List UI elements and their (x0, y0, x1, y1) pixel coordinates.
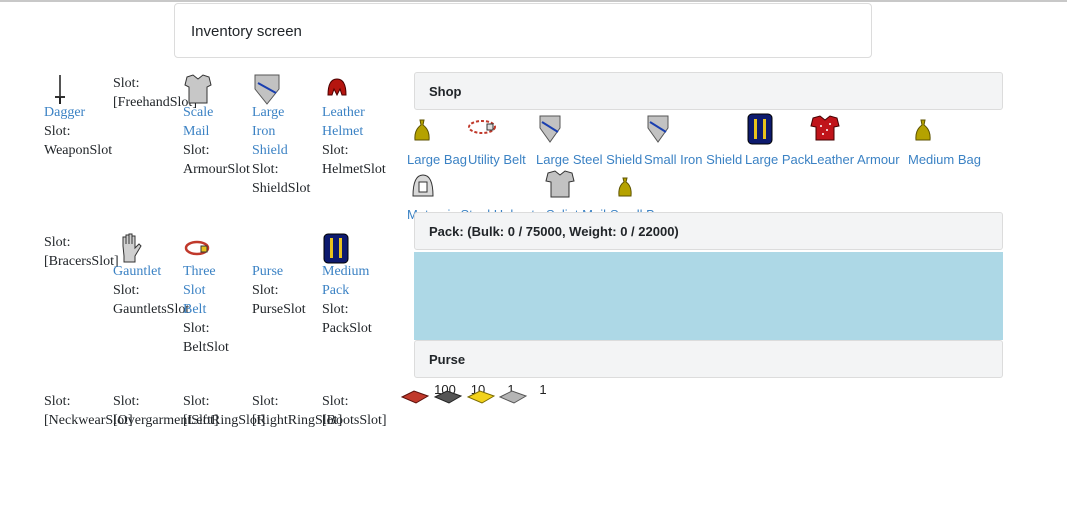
weapon-slot[interactable]: Dagger Slot: WeaponSlot (44, 73, 114, 160)
gauntlet-icon (117, 232, 183, 263)
purse-header[interactable]: Purse (414, 340, 1003, 378)
coin-count: 1 (539, 382, 547, 397)
top-border (0, 0, 1067, 2)
item-name[interactable]: Pack (322, 281, 392, 300)
shop-item-leather-armour[interactable]: Leather Armour (810, 150, 900, 169)
item-name[interactable]: Shield (252, 141, 322, 160)
pack-icon (747, 113, 773, 151)
item-name[interactable]: Slot (183, 281, 253, 300)
pack-header[interactable]: Pack: (Bulk: 0 / 75000, Weight: 0 / 2200… (414, 212, 1003, 250)
purse-slot[interactable]: Purse Slot: PurseSlot (252, 262, 322, 319)
boots-slot[interactable]: Slot: [BootsSlot] (322, 392, 412, 430)
item-name[interactable]: Dagger (44, 103, 114, 122)
slot-value: GauntletsSlot (113, 302, 190, 317)
coin-stack-icon[interactable]: 10 (433, 382, 485, 405)
gauntlets-slot[interactable]: Gauntlet Slot: GauntletsSlot (113, 232, 190, 319)
shop-item-medium-bag[interactable]: Medium Bag (908, 150, 981, 169)
armour-icon (810, 114, 840, 148)
shop-item-small-iron-shield[interactable]: Small Iron Shield (644, 150, 742, 169)
item-name[interactable]: Helmet (322, 122, 392, 141)
slot-value: WeaponSlot (44, 143, 113, 158)
item-name[interactable]: Iron (252, 122, 322, 141)
slot-value: PurseSlot (252, 302, 306, 317)
shield-slot[interactable]: Large Iron Shield Slot: ShieldSlot (252, 73, 322, 198)
item-name[interactable]: Belt (183, 300, 253, 319)
shield-icon (538, 114, 562, 150)
shop-item-large-pack[interactable]: Large Pack (745, 150, 811, 169)
shop-item-utility-belt[interactable]: Utility Belt (468, 150, 526, 169)
item-name[interactable]: Three (183, 262, 253, 281)
slot-label: Slot: (183, 321, 210, 336)
helmet-icon (322, 73, 392, 103)
pack-icon (322, 232, 392, 264)
shield-icon (646, 114, 670, 150)
slot-label: Slot: (252, 162, 279, 177)
scale-mail-icon (183, 73, 253, 104)
coin-stack-icon[interactable]: 1 (466, 382, 515, 405)
slot-value: HelmetSlot (322, 162, 386, 177)
item-name[interactable]: Mail (183, 122, 253, 141)
belt-icon (467, 117, 499, 143)
pack-drop-area[interactable] (414, 252, 1003, 340)
slot-value: BeltSlot (183, 340, 229, 355)
bag-icon (413, 118, 431, 150)
helmet-slot[interactable]: Leather Helmet Slot: HelmetSlot (322, 73, 392, 179)
slot-value: PackSlot (322, 321, 372, 336)
item-name[interactable]: Purse (252, 262, 322, 281)
slot-label: Slot: (322, 143, 349, 158)
page-title: Inventory screen (174, 3, 872, 58)
dagger-icon (44, 73, 114, 104)
coin-stack-icon[interactable]: 1 (498, 382, 547, 405)
belt-slot[interactable]: Three Slot Belt Slot: BeltSlot (183, 232, 253, 357)
coin-stack-icon[interactable]: 100 (400, 382, 456, 405)
item-name[interactable]: Medium (322, 262, 392, 281)
slot-label: Slot: (252, 283, 279, 298)
bag-icon (616, 176, 634, 206)
slot-value: ShieldSlot (252, 181, 311, 196)
slot-label: Slot: (183, 143, 210, 158)
slot-value: ArmourSlot (183, 162, 250, 177)
slot-label: Slot: (322, 302, 349, 317)
shield-icon (252, 73, 322, 105)
item-name[interactable]: Scale (183, 103, 253, 122)
helmet-icon (410, 172, 436, 206)
bag-icon (914, 118, 932, 150)
item-name[interactable]: Large (252, 103, 322, 122)
slot-label: Slot: (44, 124, 71, 139)
item-name[interactable]: Leather (322, 103, 392, 122)
shop-item-large-steel-shield[interactable]: Large Steel Shield (536, 150, 642, 169)
belt-icon (183, 232, 253, 262)
shop-header[interactable]: Shop (414, 72, 1003, 110)
pack-slot[interactable]: Medium Pack Slot: PackSlot (322, 232, 392, 338)
item-name[interactable]: Gauntlet (113, 262, 183, 281)
mail-icon (545, 169, 575, 205)
slot-value: [BootsSlot] (322, 413, 387, 428)
slot-label: Slot: (322, 394, 349, 409)
slot-label: Slot: (113, 283, 140, 298)
armour-slot[interactable]: Scale Mail Slot: ArmourSlot (183, 73, 253, 179)
shop-item-large-bag[interactable]: Large Bag (407, 150, 467, 169)
